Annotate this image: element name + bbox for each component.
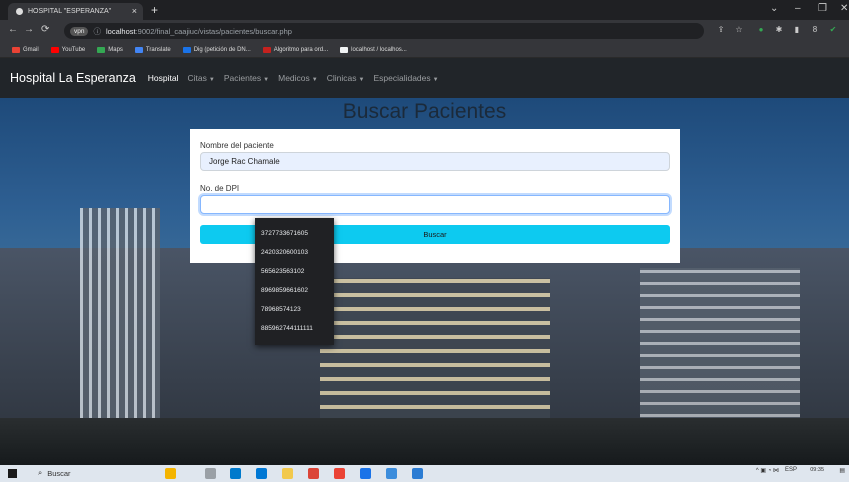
windows-taskbar: ⌕ Buscar ^ ▣ ◔ ⋈ ESP 09:35 ▤ [0, 465, 849, 482]
bookmarks-bar: Gmail YouTube Maps Translate Dig (petición d… [0, 42, 849, 58]
bookmark-item[interactable]: Dig (petición de DN... [182, 46, 251, 53]
app-icon[interactable] [386, 468, 397, 479]
browser-tab-bar: HOSPITAL "ESPERANZA" × + ⌄ – ❐ ✕ [0, 0, 849, 20]
autocomplete-item[interactable]: 3727733671605 [261, 230, 308, 237]
taskbar-clock[interactable]: 09:35 [810, 467, 824, 473]
bookmark-favicon-icon [12, 46, 20, 53]
search-icon: ⌕ [38, 468, 43, 477]
dpi-autocomplete-list: 3727733671605 2420320600103 565623563102… [255, 218, 334, 345]
url-input[interactable]: vpn ⓘ localhost:9002/final_caajiuc/vista… [64, 23, 704, 39]
close-window-icon[interactable]: ✕ [840, 3, 848, 14]
minimize-icon[interactable]: – [795, 3, 801, 14]
caret-down-icon: ▼ [263, 77, 270, 83]
tab-title: HOSPITAL "ESPERANZA" [28, 8, 112, 15]
bookmark-favicon-icon [182, 46, 191, 53]
nav-link-pacientes[interactable]: Pacientes ▼ [224, 73, 269, 83]
chrome-favicon-icon [16, 8, 23, 15]
chrome-profile-icon[interactable] [360, 468, 371, 479]
bookmark-item[interactable]: localhost / localhos... [340, 46, 407, 53]
navbar-brand[interactable]: Hospital La Esperanza [10, 71, 136, 85]
bookmark-favicon-icon [340, 46, 349, 53]
back-icon[interactable]: ← [8, 24, 18, 35]
file-explorer-icon[interactable] [282, 468, 293, 479]
url-host: localhost [105, 26, 136, 36]
nav-link-especialidades[interactable]: Especialidades ▼ [373, 73, 438, 83]
vscode-icon[interactable] [230, 468, 241, 479]
puzzle-icon[interactable]: ✱ [774, 25, 784, 35]
windows-start-icon[interactable] [8, 469, 17, 478]
caret-down-icon: ▼ [208, 77, 215, 83]
autocomplete-item[interactable]: 885962744111111 [261, 325, 313, 332]
tray-icons[interactable]: ^ ▣ ◔ ⋈ [756, 467, 779, 474]
bookmark-item[interactable]: Translate [134, 46, 171, 53]
app-navbar: Hospital La Esperanza Hospital Citas ▼ Pa… [0, 58, 849, 98]
extension-icon[interactable]: ● [756, 25, 766, 35]
task-view-icon[interactable] [205, 468, 216, 479]
dpi-input[interactable] [200, 195, 670, 214]
autocomplete-item[interactable]: 78968574123 [261, 306, 301, 313]
close-tab-icon[interactable]: × [132, 6, 137, 16]
chrome-icon[interactable] [308, 468, 319, 479]
bookmark-favicon-icon [262, 46, 271, 53]
forward-icon[interactable]: → [24, 24, 34, 35]
bookmark-favicon-icon [50, 46, 59, 53]
word-icon[interactable] [412, 468, 423, 479]
bookmark-item[interactable]: YouTube [50, 46, 85, 53]
bookmark-favicon-icon [134, 46, 143, 53]
star-icon[interactable]: ☆ [734, 25, 744, 35]
dpi-label: No. de DPI [200, 184, 240, 193]
address-bar-row: ← → ⟳ vpn ⓘ localhost:9002/final_caajiuc… [0, 20, 849, 42]
taskbar-search-label: Buscar [47, 468, 71, 478]
caret-down-icon: ▼ [358, 77, 365, 83]
notifications-icon[interactable]: ▤ [839, 467, 845, 474]
caret-down-icon: ▼ [311, 77, 318, 83]
vpn-badge[interactable]: vpn [70, 26, 89, 36]
patient-name-label: Nombre del paciente [200, 141, 274, 150]
profile-icon[interactable]: 8 [810, 25, 820, 35]
bookmark-favicon-icon [97, 46, 106, 53]
nav-link-hospital[interactable]: Hospital [148, 73, 179, 83]
nav-link-medicos[interactable]: Medicos ▼ [278, 73, 318, 83]
update-icon[interactable]: ✔ [828, 25, 838, 35]
bookmark-item[interactable]: Algoritmo para ord... [262, 46, 328, 53]
share-icon[interactable]: ⇪ [716, 25, 726, 35]
autocomplete-item[interactable]: 8969859661602 [261, 287, 308, 294]
page-background: Buscar Pacientes Nombre del paciente Jor… [0, 98, 849, 465]
bookmark-item[interactable]: Maps [97, 46, 123, 53]
info-icon[interactable]: ⓘ [93, 26, 101, 37]
opera-icon[interactable] [334, 468, 345, 479]
taskbar-search[interactable]: ⌕ Buscar [38, 468, 71, 478]
language-indicator[interactable]: ESP [785, 467, 797, 473]
browser-tab[interactable]: HOSPITAL "ESPERANZA" × [8, 3, 143, 20]
new-tab-icon[interactable]: + [151, 3, 158, 17]
nav-link-clinicas[interactable]: Clinicas ▼ [327, 73, 365, 83]
reload-icon[interactable]: ⟳ [41, 24, 49, 35]
maximize-icon[interactable]: ❐ [818, 3, 827, 14]
nav-link-citas[interactable]: Citas ▼ [188, 73, 215, 83]
page-title: Buscar Pacientes [342, 100, 507, 123]
background-ground [0, 418, 849, 465]
patient-name-input[interactable]: Jorge Rac Chamale [200, 152, 670, 171]
bookmark-item[interactable]: Gmail [12, 46, 39, 53]
autocomplete-item[interactable]: 2420320600103 [261, 249, 308, 256]
taskbar-app-icon[interactable] [165, 468, 176, 479]
caret-down-icon: ▼ [432, 77, 439, 83]
edge-icon[interactable] [256, 468, 267, 479]
chevron-down-icon[interactable]: ⌄ [770, 3, 778, 14]
url-path: :9002/final_caajiuc/vistas/pacientes/bus… [135, 26, 292, 36]
autocomplete-item[interactable]: 565623563102 [261, 268, 304, 275]
sidepanel-icon[interactable]: ▮ [792, 25, 802, 35]
